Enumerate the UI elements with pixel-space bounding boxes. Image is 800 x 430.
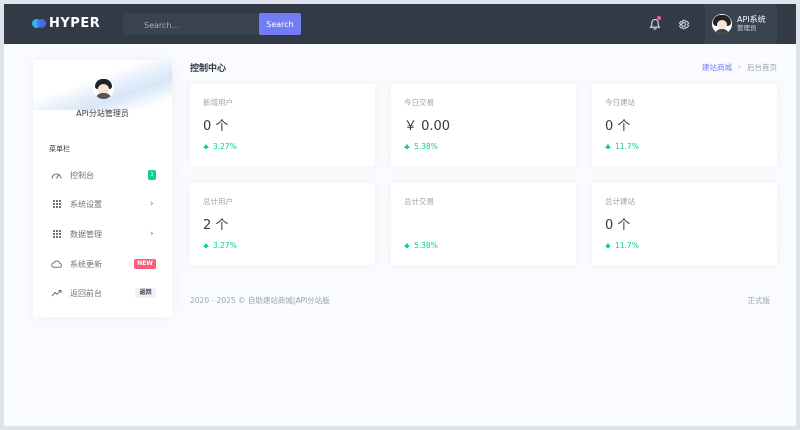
stat-trend-value: 11.7% [615,241,639,250]
chevron-right-icon: › [150,199,154,209]
count-badge: 1 [148,170,156,180]
page-title: 控制中心 [190,64,227,74]
stat-value: 2 个 [203,218,229,233]
stat-value: 0 个 [605,119,631,134]
brand-name: HYPER [49,16,101,31]
account-menu[interactable]: API系统 管理员 [705,4,777,44]
grid-icon [51,229,62,239]
stat-title: 总计用户 [203,197,233,206]
stat-value: 0 个 [605,218,631,233]
return-badge: 返回 [135,288,156,298]
breadcrumb-current: 后台首页 [747,63,777,72]
sidebar-item-return-frontend[interactable]: 返回前台 返回 [33,282,172,304]
arrow-up-icon [605,242,611,248]
arrow-up-icon [203,143,209,149]
breadcrumb-separator: › [738,62,741,71]
logo[interactable]: HYPER [32,16,100,31]
sidebar-item-label: 系统设置 [70,199,102,209]
notification-bell-icon[interactable] [647,16,663,32]
stat-trend: 11.7% [605,241,639,250]
search-input[interactable] [123,14,260,37]
sidebar-item-label: 控制台 [70,170,94,180]
sidebar-item-system-update[interactable]: 系统更新 NEW [33,253,172,275]
stat-card-total-transactions: 总计交易 5.38% [391,183,576,265]
top-navbar: HYPER Search API系统 管理员 [4,4,796,44]
stat-card-today-transactions: 今日交易 ￥ 0.00 5.38% [391,84,576,166]
stat-title: 今日交易 [404,98,434,107]
app-window: HYPER Search API系统 管理员 API分站管理员 菜单栏 [4,4,796,426]
stat-trend: 5.38% [404,142,438,151]
new-badge: NEW [134,259,156,269]
stat-value: ￥ 0.00 [404,119,451,134]
arrow-up-icon [605,143,611,149]
search-button[interactable]: Search [259,13,301,35]
stat-value: 0 个 [203,119,229,134]
sidebar-avatar [93,78,114,99]
sidebar-item-label: 系统更新 [70,259,102,269]
stat-title: 总计建站 [605,197,635,206]
stat-trend-value: 3.27% [213,241,237,250]
sidebar-user-name: API分站管理员 [76,109,129,118]
stat-card-total-users: 总计用户 2 个 3.27% [190,183,375,265]
stat-trend-value: 11.7% [615,142,639,151]
stat-trend-value: 5.38% [414,142,438,151]
sidebar-item-dashboard[interactable]: 控制台 1 [33,164,172,186]
stat-title: 总计交易 [404,197,434,206]
dashboard-icon [51,170,62,180]
sidebar-item-system-settings[interactable]: 系统设置 › [33,193,172,215]
footer-edition: 正式版 [747,296,771,305]
grid-icon [51,199,62,209]
logo-icon [32,18,47,29]
arrow-up-icon [203,242,209,248]
cloud-icon [51,259,62,269]
notification-dot [657,16,661,20]
arrow-up-icon [404,143,410,149]
account-role: 管理员 [737,23,757,32]
chevron-right-icon: › [150,229,154,239]
search-field [123,13,260,37]
sidebar-item-label: 返回前台 [70,288,102,298]
footer-copyright: 2020 - 2025 © 自助建站商城|API分站版 [190,296,330,305]
stat-trend: 3.27% [203,142,237,151]
arrow-up-icon [404,242,410,248]
stat-trend-value: 3.27% [213,142,237,151]
breadcrumb: 建站商城 › 后台首页 [702,62,777,73]
sidebar-item-label: 数据管理 [70,229,102,239]
stat-title: 新增用户 [203,98,233,107]
sidebar: API分站管理员 菜单栏 控制台 1 系统设置 › 数据管理 › 系统更新 NE… [33,60,172,317]
stat-title: 今日建站 [605,98,635,107]
stat-card-new-users: 新增用户 0 个 3.27% [190,84,375,166]
stat-trend: 11.7% [605,142,639,151]
sidebar-item-data-management[interactable]: 数据管理 › [33,223,172,245]
stat-trend: 3.27% [203,241,237,250]
menu-heading: 菜单栏 [49,145,70,153]
stat-trend-value: 5.38% [414,241,438,250]
return-icon [51,288,62,298]
stat-trend: 5.38% [404,241,438,250]
breadcrumb-link-shop[interactable]: 建站商城 [702,62,732,73]
avatar [712,14,732,34]
gear-icon[interactable] [675,16,691,32]
stat-card-total-sites: 总计建站 0 个 11.7% [592,183,777,265]
stat-card-today-sites: 今日建站 0 个 11.7% [592,84,777,166]
